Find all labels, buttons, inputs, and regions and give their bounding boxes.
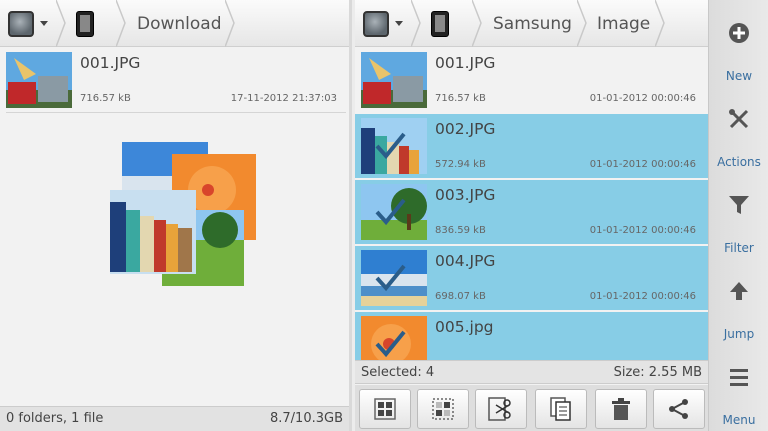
plus-circle-icon [729,23,749,43]
file-date: 01-01-2012 00:00:46 [589,291,696,302]
selected-check-icon [375,264,406,292]
rail-label: Menu [722,413,756,427]
file-date: 01-01-2012 00:00:46 [589,159,696,170]
list-item[interactable]: 004.JPG 698.07 kB 01-01-2012 00:00:46 [355,246,708,310]
file-date: 17-11-2012 21:37:03 [230,93,337,104]
action-side-rail: New Actions Filter Jump Menu [708,0,768,431]
storage-device-icon [363,10,389,37]
selected-check-icon [375,330,406,358]
selected-count: Selected: 4 [361,365,435,380]
filter-button[interactable]: Filter [709,172,768,257]
file-name: 001.JPG [80,54,141,72]
chevron-down-icon [40,21,48,26]
tablet-icon [76,10,94,37]
image-thumbnail [361,52,427,108]
rail-label: Filter [724,241,754,255]
jump-button[interactable]: Jump [709,258,768,343]
right-breadcrumb-bar: Samsung Image [355,0,708,47]
delete-button[interactable] [595,389,647,429]
chevron-down-icon [395,21,403,26]
storage-device-icon [8,10,34,37]
breadcrumb-separator [411,0,421,47]
delete-icon [612,398,630,420]
breadcrumb-image[interactable]: Image [597,0,650,47]
storage-usage: 8.7/10.3GB [270,411,343,426]
tablet-icon [431,10,449,37]
left-file-pane: Download 001.JPG 716.57 kB 17-11-2012 21… [0,0,352,431]
selected-check-icon [375,132,406,160]
file-size: 836.59 kB [435,225,486,236]
folder-file-count: 0 folders, 1 file [6,411,104,426]
breadcrumb-device[interactable] [431,0,449,47]
new-button[interactable]: New [709,0,768,85]
breadcrumb-separator [116,0,126,47]
breadcrumb-label: Samsung [493,13,572,34]
breadcrumb-separator [472,0,482,47]
breadcrumb-download[interactable]: Download [137,0,222,47]
file-name: 005.jpg [435,318,494,336]
file-name: 001.JPG [435,54,496,72]
breadcrumb-label: Download [137,13,222,34]
menu-button[interactable]: Menu [709,344,768,429]
drag-preview-collage [108,140,258,290]
rail-label: Jump [723,327,755,341]
select-all-button[interactable] [359,389,411,429]
image-thumbnail [6,52,72,108]
tools-icon [729,109,749,129]
list-item[interactable]: 001.JPG 716.57 kB 17-11-2012 21:37:03 [0,48,349,112]
selection-status-bar: Selected: 4 Size: 2.55 MB [355,360,708,384]
breadcrumb-separator [577,0,587,47]
share-button[interactable] [653,389,705,429]
list-item[interactable]: 002.JPG 572.94 kB 01-01-2012 00:00:46 [355,114,708,178]
deselect-button[interactable] [417,389,469,429]
funnel-icon [729,196,749,214]
menu-icon [730,369,748,386]
selected-check-icon [375,198,406,226]
up-arrow-icon [730,282,748,300]
file-size: 572.94 kB [435,159,486,170]
list-item[interactable]: 001.JPG 716.57 kB 01-01-2012 00:00:46 [355,48,708,112]
breadcrumb-samsung[interactable]: Samsung [493,0,572,47]
breadcrumb-device[interactable] [76,0,94,47]
file-date: 01-01-2012 00:00:46 [589,93,696,104]
storage-selector[interactable] [8,0,48,47]
deselect-icon [432,398,454,420]
rail-label: New [725,69,753,83]
rail-label: Actions [717,155,761,169]
left-status-bar: 0 folders, 1 file 8.7/10.3GB [0,406,349,431]
breadcrumb-separator [56,0,66,47]
row-divider [6,112,346,113]
storage-selector[interactable] [363,0,403,47]
file-size: 716.57 kB [80,93,131,104]
list-item[interactable]: 005.jpg [355,312,708,360]
file-size: 698.07 kB [435,291,486,302]
actions-button[interactable]: Actions [709,86,768,171]
select-all-icon [374,398,396,420]
breadcrumb-separator [655,0,665,47]
file-size: 716.57 kB [435,93,486,104]
file-date: 01-01-2012 00:00:46 [589,225,696,236]
copy-button[interactable] [535,389,587,429]
list-item[interactable]: 003.JPG 836.59 kB 01-01-2012 00:00:46 [355,180,708,244]
breadcrumb-separator [225,0,235,47]
file-name: 002.JPG [435,120,496,138]
copy-icon [550,397,571,421]
breadcrumb-label: Image [597,13,651,34]
file-name: 003.JPG [435,186,496,204]
file-name: 004.JPG [435,252,496,270]
selected-size: Size: 2.55 MB [613,365,702,380]
left-breadcrumb-bar: Download [0,0,349,47]
cut-icon [488,397,511,421]
right-file-pane: Samsung Image 001.JPG 716.57 kB 01-01-20… [355,0,708,431]
cut-button[interactable] [475,389,527,429]
share-icon [669,399,688,419]
